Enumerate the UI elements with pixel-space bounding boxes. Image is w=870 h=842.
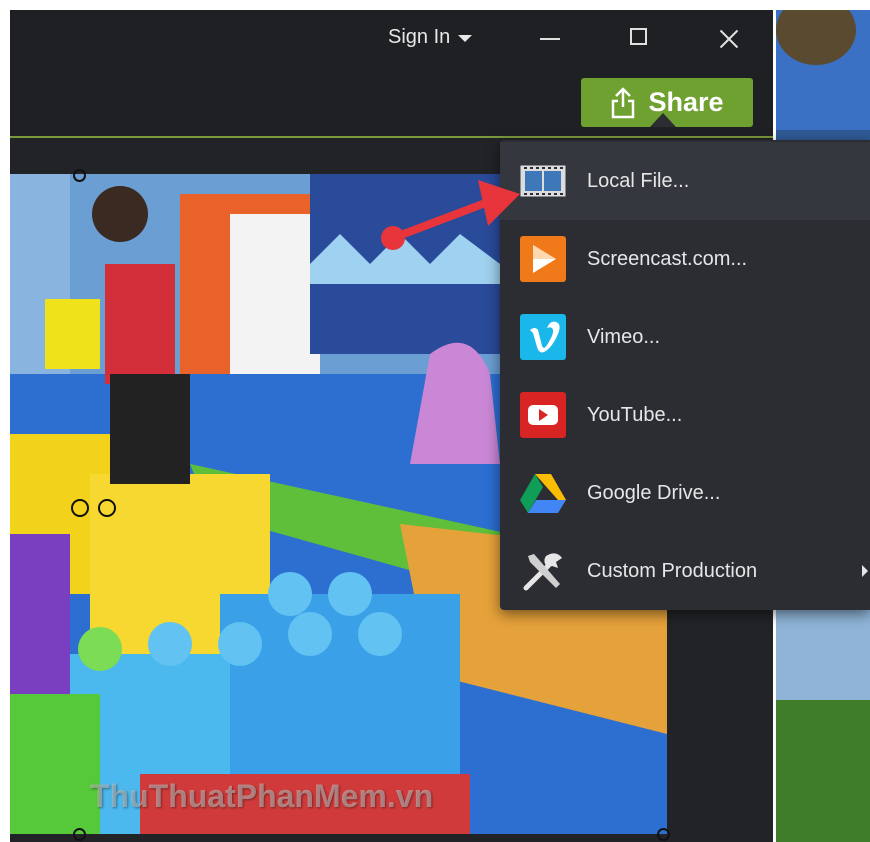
google-drive-icon <box>520 470 566 516</box>
menu-item-vimeo[interactable]: Vimeo... <box>500 298 870 376</box>
resize-handle-bottom-right[interactable] <box>657 828 670 841</box>
title-bar: Sign In <box>10 10 773 68</box>
menu-item-label: Google Drive... <box>587 481 721 504</box>
menu-item-label: YouTube... <box>587 403 683 426</box>
resize-handle-top[interactable] <box>73 169 86 182</box>
menu-item-local-file[interactable]: Local File... <box>500 142 870 220</box>
menu-pointer <box>650 113 676 127</box>
menu-item-label: Local File... <box>587 169 690 192</box>
resize-handle-bottom-left[interactable] <box>73 828 86 841</box>
caret-down-icon <box>458 35 473 42</box>
rotate-handle-left[interactable] <box>98 499 116 517</box>
menu-item-label: Vimeo... <box>587 325 660 348</box>
upload-share-icon <box>612 86 635 118</box>
maximize-button[interactable] <box>619 22 659 56</box>
film-strip-icon <box>520 158 566 204</box>
menu-item-google-drive[interactable]: Google Drive... <box>500 454 870 532</box>
menu-item-screencast[interactable]: Screencast.com... <box>500 220 870 298</box>
tools-icon <box>520 548 566 594</box>
resize-handle-left[interactable] <box>71 499 89 517</box>
toolbar: Share <box>10 68 773 138</box>
youtube-icon <box>520 392 566 438</box>
sign-in-dropdown[interactable]: Sign In <box>388 26 473 49</box>
share-menu: Local File... Screencast.com... Vimeo... <box>500 140 870 610</box>
screencast-icon <box>520 236 566 282</box>
sign-in-label: Sign In <box>388 26 451 48</box>
menu-item-custom-production[interactable]: Custom Production <box>500 532 870 610</box>
menu-item-youtube[interactable]: YouTube... <box>500 376 870 454</box>
watermark-text: ThuThuatPhanMem.vn <box>90 778 434 814</box>
menu-item-label: Screencast.com... <box>587 247 748 270</box>
vimeo-icon <box>520 314 566 360</box>
chevron-right-icon <box>862 565 868 577</box>
close-button[interactable] <box>709 22 749 56</box>
minimize-button[interactable] <box>530 22 570 56</box>
menu-item-label: Custom Production <box>587 559 758 582</box>
